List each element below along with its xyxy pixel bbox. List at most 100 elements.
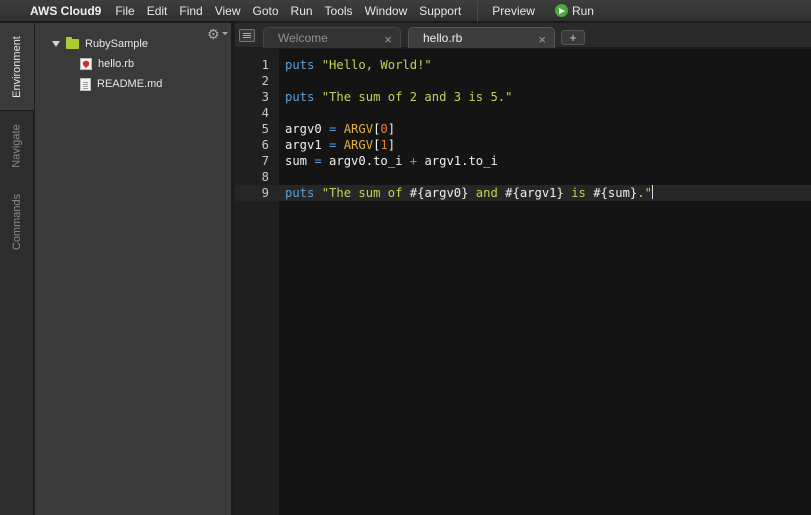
line-number: 8 — [261, 170, 269, 184]
code-token: ARGV — [343, 138, 374, 152]
tab-commands[interactable]: Commands — [0, 181, 34, 263]
menu-find[interactable]: Find — [173, 4, 208, 18]
line-text: sum = argv0.to_i + argv1.to_i — [285, 153, 498, 169]
line-text: argv1 = ARGV[1] — [285, 137, 395, 153]
folder-icon — [66, 37, 79, 49]
tab-environment-label: Environment — [11, 35, 24, 98]
code-token: sum — [285, 154, 315, 168]
line-number: 7 — [261, 154, 269, 168]
tab-list-icon[interactable] — [239, 29, 255, 42]
menu-divider — [477, 0, 479, 22]
preview-button[interactable]: Preview — [486, 4, 541, 18]
code-line[interactable]: 5 argv0 = ARGV[0] — [235, 121, 811, 137]
file-label: README.md — [97, 78, 163, 90]
menu-edit[interactable]: Edit — [141, 4, 174, 18]
code-line[interactable]: 6 argv1 = ARGV[1] — [235, 137, 811, 153]
code-token: "The sum of 2 and 3 is 5." — [321, 90, 513, 104]
menu-support[interactable]: Support — [413, 4, 467, 18]
code-token: #{sum} — [593, 186, 638, 200]
line-text: puts "Hello, World!" — [285, 57, 432, 73]
expand-arrow-icon[interactable] — [52, 41, 60, 47]
line-number: 2 — [261, 74, 269, 88]
text-cursor — [651, 185, 653, 199]
menu-window[interactable]: Window — [359, 4, 414, 18]
tab-navigate-label: Navigate — [11, 124, 24, 168]
line-number: 6 — [261, 138, 269, 152]
menu-goto[interactable]: Goto — [247, 4, 285, 18]
code-line[interactable]: 1 puts "Hello, World!" — [235, 57, 811, 73]
run-button[interactable]: Run — [549, 4, 600, 18]
line-number: 9 — [261, 186, 269, 200]
tab-label: hello.rb — [423, 31, 463, 45]
close-icon[interactable]: × — [384, 32, 392, 47]
menu-view[interactable]: View — [209, 4, 247, 18]
tab-commands-label: Commands — [11, 193, 23, 251]
code-token: #{argv1} — [505, 186, 564, 200]
code-token: "Hello, World!" — [321, 58, 432, 72]
menu-tools[interactable]: Tools — [319, 4, 359, 18]
editor-tab-bar: Welcome × hello.rb × + — [235, 23, 811, 48]
tab-welcome[interactable]: Welcome × — [263, 27, 401, 48]
run-label: Run — [571, 3, 594, 18]
code-editor[interactable]: 1 puts "Hello, World!" 2 3 puts "The sum of … — [235, 49, 811, 515]
code-token: = — [314, 154, 322, 168]
code-token: and — [468, 186, 506, 200]
code-line[interactable]: 7 sum = argv0.to_i + argv1.to_i — [235, 153, 811, 169]
tab-label: Welcome — [278, 31, 328, 45]
code-token: argv0 — [285, 122, 330, 136]
code-line[interactable]: 4 — [235, 105, 811, 121]
line-number: 4 — [261, 106, 269, 120]
code-token: puts — [285, 186, 315, 200]
code-token: ] — [387, 138, 396, 152]
line-number: 5 — [261, 122, 269, 136]
code-token: argv1 — [285, 138, 330, 152]
tree-file-hello-rb[interactable]: hello.rb — [80, 55, 134, 73]
code-token: puts — [285, 90, 315, 104]
file-tree-panel: ⚙ RubySample hello.rb README.md — [35, 23, 233, 515]
tab-hello-rb[interactable]: hello.rb × — [408, 27, 555, 48]
gear-icon[interactable]: ⚙ — [207, 27, 221, 41]
code-token: + — [409, 154, 418, 168]
tab-navigate[interactable]: Navigate — [0, 111, 34, 181]
close-icon[interactable]: × — [538, 32, 546, 47]
code-line[interactable]: 8 — [235, 169, 811, 185]
code-line[interactable]: 9 puts "The sum of #{argv0} and #{argv1} … — [235, 185, 811, 201]
side-panel-tabs: Environment Navigate Commands — [0, 23, 34, 515]
code-token: 1 — [380, 138, 388, 152]
code-token: argv1.to_i — [417, 154, 498, 168]
code-token: ] — [387, 122, 396, 136]
code-token: ARGV — [343, 122, 374, 136]
code-token: "The sum of — [321, 186, 410, 200]
app-brand[interactable]: AWS Cloud9 — [0, 4, 109, 18]
ruby-file-icon — [80, 58, 92, 70]
code-token: 0 — [380, 122, 388, 136]
code-token: argv0.to_i — [321, 154, 410, 168]
document-icon — [80, 77, 91, 91]
tree-folder-rubysample[interactable]: RubySample — [52, 35, 148, 53]
line-text: puts "The sum of 2 and 3 is 5." — [285, 89, 512, 105]
folder-label: RubySample — [85, 38, 148, 50]
line-number: 1 — [261, 58, 269, 72]
code-token: #{argv0} — [409, 186, 469, 200]
add-tab-button[interactable]: + — [561, 30, 585, 45]
line-text: puts "The sum of #{argv0} and #{argv1} i… — [285, 185, 653, 201]
menu-bar: AWS Cloud9 File Edit Find View Goto Run … — [0, 0, 811, 22]
chevron-down-icon[interactable] — [222, 32, 228, 35]
code-token: ." — [637, 186, 652, 200]
code-token: is — [563, 186, 594, 200]
file-label: hello.rb — [98, 58, 135, 70]
line-number: 3 — [261, 90, 269, 104]
code-line[interactable]: 3 puts "The sum of 2 and 3 is 5." — [235, 89, 811, 105]
play-icon — [554, 4, 568, 17]
line-text: argv0 = ARGV[0] — [285, 121, 395, 137]
tree-file-readme[interactable]: README.md — [80, 75, 162, 93]
tab-environment[interactable]: Environment — [0, 23, 34, 111]
menu-run[interactable]: Run — [285, 4, 319, 18]
code-line[interactable]: 2 — [235, 73, 811, 89]
menu-file[interactable]: File — [109, 4, 140, 18]
